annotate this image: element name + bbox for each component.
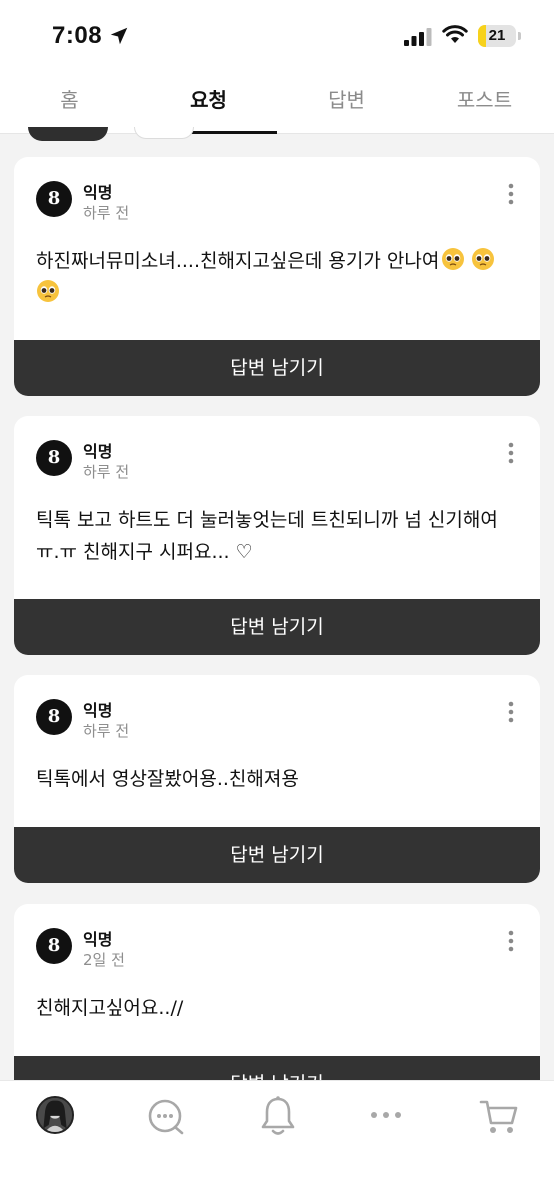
- tab-requests[interactable]: 요청: [139, 70, 278, 134]
- more-vertical-icon[interactable]: [508, 701, 514, 723]
- card-time: 하루 전: [83, 204, 130, 222]
- anonymous-avatar: 8: [36, 699, 72, 735]
- bell-icon[interactable]: [258, 1095, 298, 1137]
- card-message: 친해지고싶어요..//: [36, 997, 184, 1019]
- ellipsis-icon[interactable]: [368, 1105, 404, 1125]
- cellular-signal-icon: [404, 28, 432, 46]
- card-message-text: 하진짜너뮤미소녀....친해지고싶은데 용기가 안나여: [36, 250, 440, 272]
- reply-button[interactable]: 답변 남기기: [14, 827, 540, 883]
- status-bar: 7:08 21: [0, 0, 554, 70]
- card-author: 익명: [83, 701, 113, 720]
- more-vertical-icon[interactable]: [508, 930, 514, 952]
- more-vertical-icon[interactable]: [508, 442, 514, 464]
- card-author: 익명: [83, 442, 113, 461]
- battery-level-text: 21: [488, 27, 506, 44]
- card-message: 하진짜너뮤미소녀....친해지고싶은데 용기가 안나여: [36, 245, 526, 309]
- tab-home[interactable]: 홈: [0, 70, 139, 134]
- filter-chip-active[interactable]: [28, 127, 108, 141]
- pleading-face-emoji-icon: [472, 248, 495, 270]
- anonymous-avatar: 8: [36, 181, 72, 217]
- battery-cap: [518, 32, 521, 40]
- anonymous-avatar: 8: [36, 440, 72, 476]
- pleading-face-emoji-icon: [442, 248, 465, 270]
- card-time: 하루 전: [83, 463, 130, 481]
- anonymous-avatar: 8: [36, 928, 72, 964]
- bottom-nav: [0, 1080, 554, 1199]
- tab-posts[interactable]: 포스트: [415, 70, 554, 134]
- top-tab-bar: 홈 요청 답변 포스트: [0, 70, 554, 134]
- pleading-face-emoji-icon: [37, 280, 59, 302]
- more-vertical-icon[interactable]: [508, 183, 514, 205]
- card-time: 하루 전: [83, 722, 130, 740]
- cart-icon[interactable]: [478, 1097, 520, 1137]
- card-time: 2일 전: [83, 951, 125, 969]
- request-card: 8 익명 하루 전 하진짜너뮤미소녀....친해지고싶은데 용기가 안나여 답변…: [14, 157, 540, 396]
- chat-bubble-icon[interactable]: [146, 1097, 186, 1137]
- card-author: 익명: [83, 183, 113, 202]
- card-message: 틱톡에서 영상잘봤어용..친해져용: [36, 768, 299, 790]
- battery-icon: 21: [478, 25, 516, 47]
- card-author: 익명: [83, 930, 113, 949]
- reply-button[interactable]: 답변 남기기: [14, 599, 540, 655]
- reply-button[interactable]: 답변 남기기: [14, 340, 540, 396]
- request-card: 8 익명 하루 전 틱톡에서 영상잘봤어용..친해져용 답변 남기기: [14, 675, 540, 883]
- wifi-icon: [442, 25, 468, 43]
- status-time: 7:08: [52, 22, 103, 49]
- avatar-icon[interactable]: [36, 1096, 74, 1134]
- location-arrow-icon: [110, 27, 128, 45]
- filter-chip[interactable]: [134, 127, 194, 139]
- tab-answers[interactable]: 답변: [277, 70, 416, 134]
- card-message: 틱톡 보고 하트도 더 눌러놓엇는데 트친되니까 넘 신기해여 ㅠ.ㅠ 친해지구…: [36, 509, 498, 563]
- request-card: 8 익명 하루 전 틱톡 보고 하트도 더 눌러놓엇는데 트친되니까 넘 신기해…: [14, 416, 540, 655]
